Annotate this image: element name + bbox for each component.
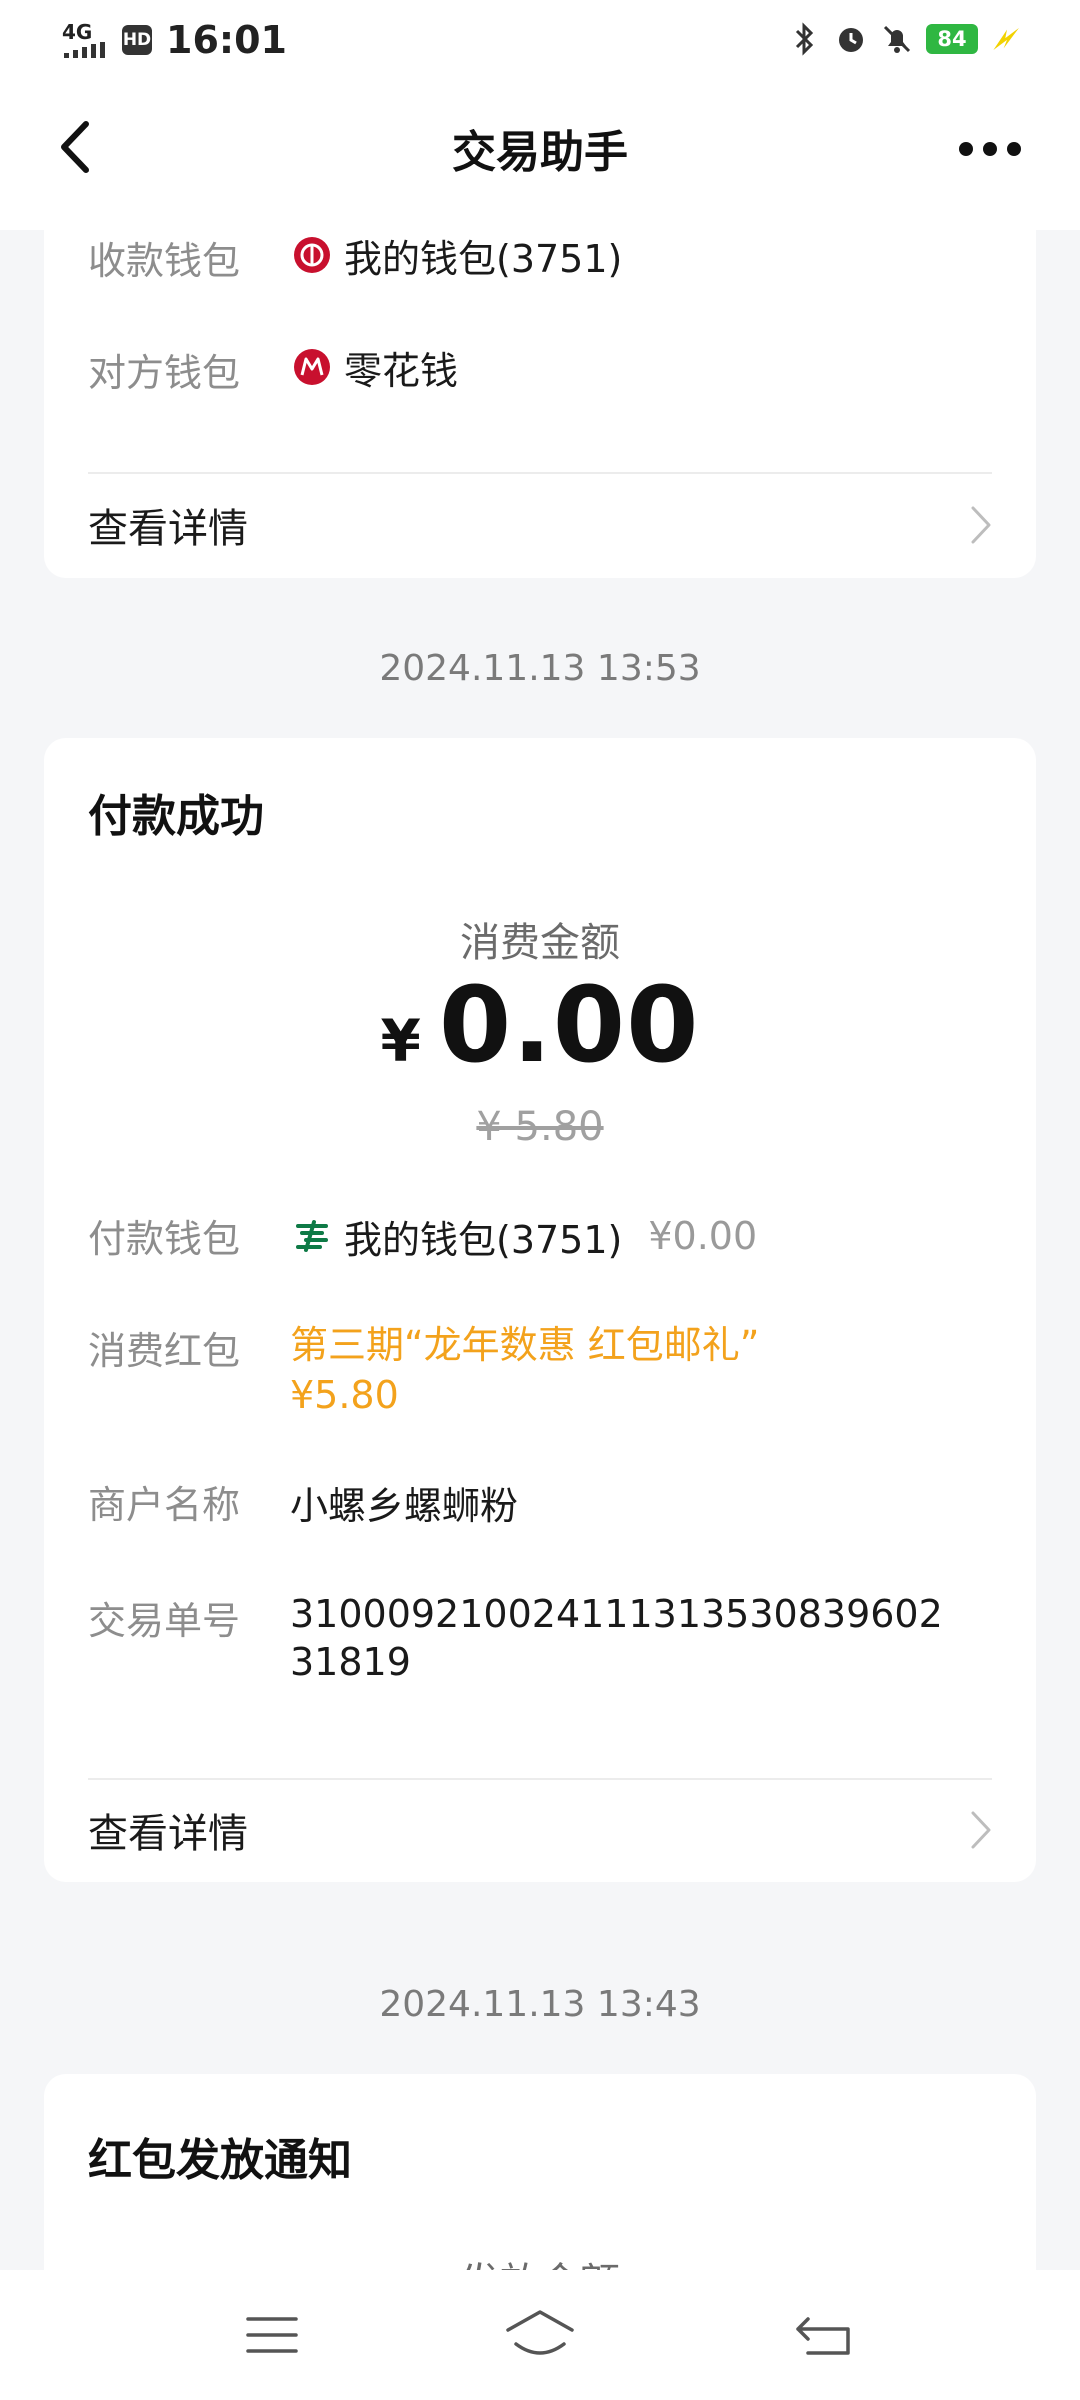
home-button[interactable] (500, 2300, 580, 2370)
battery-icon: 84 (926, 24, 978, 54)
merchant-row: 商户名称 小螺乡螺蛳粉 (88, 1474, 992, 1530)
pay-wallet-row: 付款钱包 我的钱包(3751) ¥0.00 (88, 1208, 992, 1264)
amount-label: 消费金额 (460, 920, 620, 966)
receive-wallet-value: 我的钱包(3751) (344, 236, 623, 281)
receive-wallet-row: 收款钱包 我的钱包(3751) (88, 230, 992, 284)
red-packet-campaign: 第三期“龙年数惠 红包邮礼” (290, 1323, 760, 1367)
menu-icon (246, 2317, 298, 2353)
red-packet-notice-card: 红包发放通知 发放金额 (44, 2074, 1036, 2270)
page-title: 交易助手 (452, 127, 628, 178)
status-time: 16:01 (166, 18, 287, 62)
red-packet-row: 消费红包 第三期“龙年数惠 红包邮礼” ¥5.80 (88, 1320, 992, 1420)
card-title: 红包发放通知 (88, 2135, 352, 2186)
message-timestamp: 2024.11.13 13:53 (379, 648, 701, 689)
status-right: 84 (788, 22, 1024, 56)
more-icon (959, 142, 1021, 156)
pay-wallet-value: 我的钱包(3751) (344, 1217, 623, 1262)
view-details-label: 查看详情 (88, 1811, 248, 1857)
amount-label: 发放金额 (44, 2250, 1036, 2270)
network-type: 4G (62, 20, 93, 44)
ecny-wallet-icon (290, 233, 334, 277)
counterparty-wallet-value: 零花钱 (344, 348, 459, 393)
red-packet-amount: ¥5.80 (290, 1373, 399, 1417)
status-left: 4G HD 16:01 (62, 18, 287, 62)
message-feed[interactable]: 收款钱包 我的钱包(3751) 对方钱包 零花钱 查看详情 2024.11.13… (0, 230, 1080, 2270)
cmb-bank-icon (290, 345, 334, 389)
order-number-line2: 31819 (290, 1640, 411, 1684)
transaction-card-previous: 收款钱包 我的钱包(3751) 对方钱包 零花钱 查看详情 (44, 230, 1036, 578)
bluetooth-icon (788, 22, 822, 56)
transaction-card-payment: 付款成功 消费金额 ¥0.00 ¥ 5.80 付款钱包 我的钱包(3751) ¥… (44, 738, 1036, 1882)
receive-wallet-label: 收款钱包 (88, 239, 241, 283)
counterparty-wallet-label: 对方钱包 (88, 351, 241, 395)
return-icon (796, 2317, 850, 2355)
charging-icon (990, 22, 1024, 56)
hd-icon: HD (122, 25, 152, 55)
menu-button[interactable] (232, 2300, 312, 2370)
more-button[interactable] (950, 114, 1030, 184)
amount-number: 0.00 (438, 964, 700, 1086)
card-title: 付款成功 (88, 791, 264, 842)
currency-symbol: ¥ (380, 1007, 421, 1075)
postal-bank-icon (290, 1214, 334, 1258)
view-details-label: 查看详情 (88, 506, 248, 552)
red-packet-label: 消费红包 (88, 1329, 241, 1373)
status-bar: 4G HD 16:01 84 (0, 0, 1080, 80)
home-icon (506, 2310, 574, 2355)
view-details-row[interactable]: 查看详情 (88, 472, 992, 578)
amount-value: ¥0.00 (44, 964, 1036, 1086)
order-number-row: 交易单号 31000921002411131353083960​2 31819 (88, 1590, 992, 1686)
order-number-line1: 31000921002411131353083960​2 (290, 1592, 943, 1636)
signal-icon: 4G (62, 22, 108, 58)
chevron-right-icon (952, 505, 992, 545)
pay-wallet-label: 付款钱包 (88, 1217, 241, 1261)
original-amount: ¥ 5.80 (476, 1104, 604, 1150)
message-timestamp: 2024.11.13 13:43 (379, 1984, 701, 2025)
chevron-right-icon (952, 1810, 992, 1850)
counterparty-wallet-row: 对方钱包 零花钱 (88, 342, 992, 396)
pay-wallet-amount: ¥0.00 (648, 1214, 758, 1258)
back-nav-button[interactable] (784, 2300, 864, 2370)
merchant-label: 商户名称 (88, 1483, 241, 1527)
order-number-label: 交易单号 (88, 1599, 241, 1643)
system-nav-bar (0, 2270, 1080, 2400)
alarm-icon (834, 22, 868, 56)
app-header: 交易助手 (0, 80, 1080, 230)
mute-bell-icon (880, 22, 914, 56)
merchant-value: 小螺乡螺蛳粉 (290, 1483, 519, 1528)
view-details-row[interactable]: 查看详情 (88, 1778, 992, 1882)
